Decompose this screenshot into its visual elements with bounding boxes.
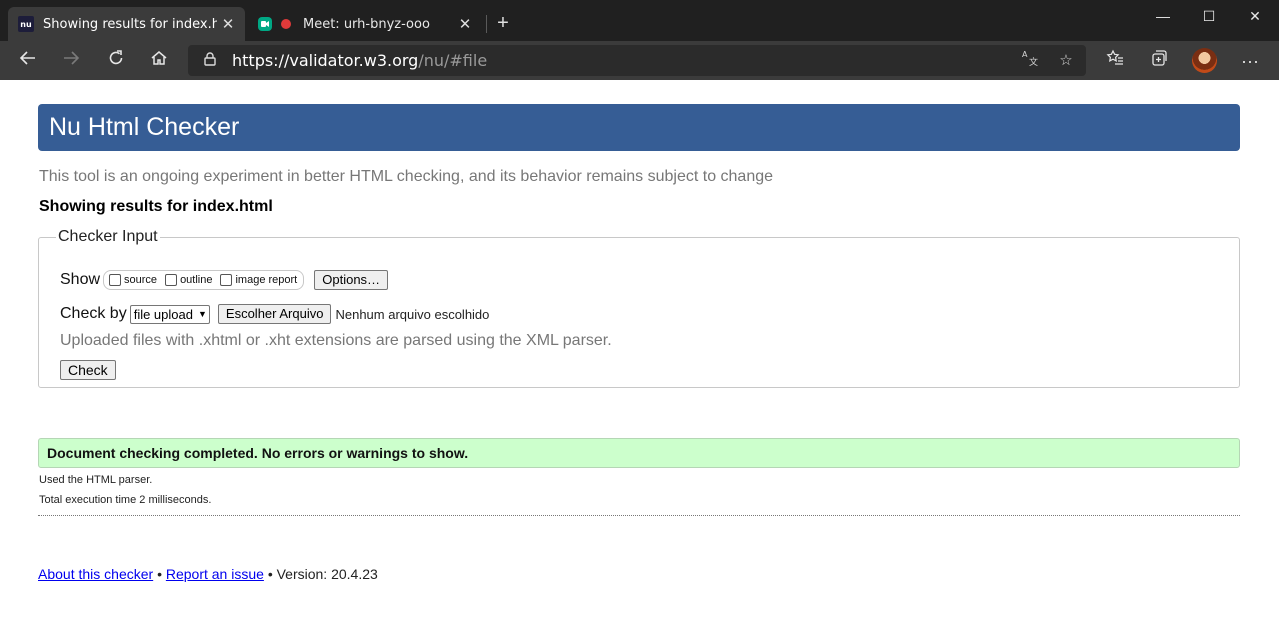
results-heading: Showing results for index.html [39, 198, 273, 215]
tab-title: Meet: urh-bnyz-ooo [303, 16, 430, 32]
profile-avatar[interactable] [1192, 48, 1217, 73]
report-issue-link[interactable]: Report an issue [166, 566, 264, 582]
about-link[interactable]: About this checker [38, 566, 153, 582]
outline-checkbox[interactable]: outline [165, 274, 212, 286]
svg-text:文: 文 [1029, 56, 1038, 66]
checkbox-box[interactable] [220, 274, 233, 286]
tab-close-icon[interactable]: ✕ [454, 15, 476, 33]
close-window-icon[interactable]: ✕ [1232, 5, 1278, 27]
tab-validator[interactable]: nu Showing results for index.html - ✕ [8, 7, 245, 41]
url-text: https://validator.w3.org/nu/#file [232, 51, 488, 70]
show-options-group: source outline image report [103, 270, 305, 290]
recording-indicator-icon [281, 19, 291, 29]
back-arrow-icon[interactable] [15, 48, 41, 74]
check-by-label: Check by [60, 305, 127, 322]
lock-icon[interactable] [204, 52, 218, 69]
no-file-text: Nenhum arquivo escolhido [335, 306, 490, 322]
footer: About this checker • Report an issue • V… [38, 566, 378, 582]
image-report-checkbox[interactable]: image report [220, 274, 297, 286]
source-checkbox[interactable]: source [109, 274, 157, 286]
more-icon[interactable]: ··· [1237, 48, 1263, 74]
chevron-down-icon: ▼ [197, 309, 207, 319]
collections-icon[interactable] [1146, 48, 1172, 74]
check-by-row: Check by file upload ▼ Escolher Arquivo … [60, 304, 489, 324]
checker-input-fieldset: Checker Input Show source outline image … [38, 228, 1240, 388]
refresh-icon[interactable] [103, 48, 129, 74]
success-message: Document checking completed. No errors o… [38, 438, 1240, 468]
divider [38, 515, 1240, 516]
browser-toolbar: https://validator.w3.org/nu/#file A文 ☆ ·… [0, 41, 1279, 80]
fieldset-legend: Checker Input [58, 228, 158, 245]
checkbox-box[interactable] [109, 274, 122, 286]
tab-meet[interactable]: Meet: urh-bnyz-ooo ✕ [248, 7, 482, 41]
maximize-icon[interactable]: ☐ [1186, 5, 1232, 27]
star-icon[interactable]: ☆ [1054, 49, 1078, 73]
check-by-select[interactable]: file upload ▼ [129, 304, 210, 324]
choose-file-button[interactable]: Escolher Arquivo [217, 304, 332, 324]
version-text: • Version: 20.4.23 [267, 566, 378, 582]
xml-parser-note: Uploaded files with .xhtml or .xht exten… [60, 332, 612, 349]
page-header: Nu Html Checker [38, 104, 1240, 151]
favorites-icon[interactable] [1102, 48, 1128, 74]
new-tab-plus-icon[interactable]: + [492, 11, 514, 35]
show-label: Show [60, 271, 101, 288]
translate-icon[interactable]: A文 [1018, 49, 1042, 73]
page-content: Nu Html Checker This tool is an ongoing … [0, 80, 1279, 621]
tagline: This tool is an ongoing experiment in be… [39, 168, 774, 185]
execution-time: Total execution time 2 milliseconds. [39, 494, 212, 506]
options-button[interactable]: Options… [314, 270, 389, 290]
forward-arrow-icon[interactable] [58, 48, 84, 74]
tab-close-icon[interactable]: ✕ [217, 15, 239, 33]
tab-separator [486, 15, 487, 33]
svg-text:A: A [1022, 50, 1028, 59]
address-bar[interactable]: https://validator.w3.org/nu/#file A文 ☆ [188, 45, 1086, 76]
tab-title: Showing results for index.html - [43, 16, 217, 32]
footer-separator: • [157, 566, 162, 582]
meet-favicon-icon [258, 17, 272, 31]
tab-strip: nu Showing results for index.html - ✕ Me… [0, 0, 1279, 41]
check-button[interactable]: Check [60, 360, 116, 380]
show-row: Show source outline image report Options… [60, 270, 389, 290]
home-icon[interactable] [146, 48, 172, 74]
minimize-icon[interactable]: — [1140, 5, 1186, 27]
checkbox-box[interactable] [165, 274, 178, 286]
nu-favicon-icon: nu [18, 16, 34, 32]
parser-note: Used the HTML parser. [39, 474, 153, 486]
